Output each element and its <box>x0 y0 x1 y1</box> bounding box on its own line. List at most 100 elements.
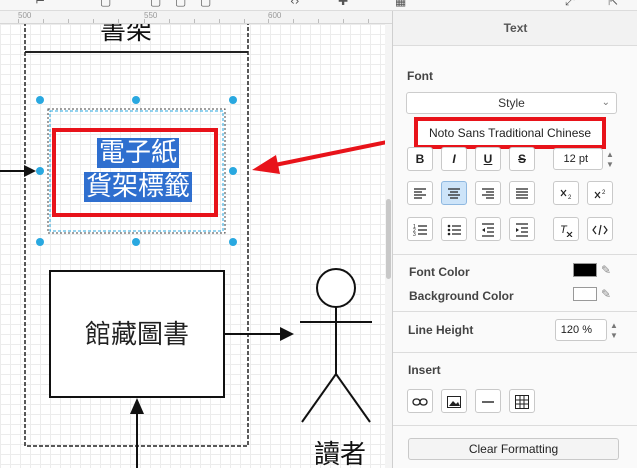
toolbar-button[interactable]: ▢ <box>200 0 211 8</box>
toolbar-button[interactable]: ✚ <box>338 0 348 8</box>
pencil-icon[interactable]: ✎ <box>601 263 611 277</box>
align-center-button[interactable] <box>441 181 467 205</box>
align-right-button[interactable] <box>475 181 501 205</box>
link-icon <box>412 398 428 406</box>
svg-text:2: 2 <box>568 195 572 200</box>
numbered-list-icon: 123 <box>413 224 427 237</box>
section-divider <box>393 425 637 426</box>
spin-down-icon[interactable]: ▼ <box>610 332 618 340</box>
indent-button[interactable] <box>509 217 535 241</box>
diagram-canvas[interactable]: 書架 電子紙 貨架標籤 館藏圖書 讀者 <box>0 24 392 468</box>
superscript-icon: 2 <box>594 190 606 199</box>
scrollbar-thumb[interactable] <box>386 199 391 279</box>
books-label[interactable]: 館藏圖書 <box>50 314 224 351</box>
font-color-swatch[interactable] <box>573 263 597 277</box>
section-divider <box>393 254 637 255</box>
insert-link-button[interactable] <box>407 389 433 413</box>
vertical-scrollbar[interactable] <box>385 24 392 468</box>
underline-button[interactable]: U <box>475 147 501 171</box>
spin-up-icon[interactable]: ▲ <box>610 322 618 330</box>
svg-text:T: T <box>560 224 568 236</box>
resize-handle[interactable] <box>36 96 44 104</box>
resize-handle[interactable] <box>229 238 237 246</box>
outdent-icon <box>482 223 494 237</box>
top-toolbar: ⌐ ▢ ▢ ▢ ▢ ‹› ✚ ▦ ⤢ ⇱ <box>0 0 637 11</box>
resize-handle[interactable] <box>132 96 140 104</box>
align-right-icon <box>482 188 494 199</box>
insert-horizontal-rule-button[interactable] <box>475 389 501 413</box>
clear-format-button[interactable]: T <box>553 217 579 241</box>
ruler-tick: 500 <box>18 11 32 20</box>
shelf-label[interactable]: 書架 <box>100 24 152 47</box>
table-icon <box>515 394 529 409</box>
diagram-shapes <box>0 24 392 468</box>
toolbar-button[interactable]: ▢ <box>100 0 111 8</box>
subscript-button[interactable]: 2 <box>553 181 579 205</box>
clear-format-icon: T <box>560 224 573 237</box>
font-size-input[interactable]: 12 pt <box>553 148 603 170</box>
toolbar-button[interactable]: ⤢ <box>565 0 575 9</box>
panel-tab-text[interactable]: Text <box>393 11 637 46</box>
italic-button[interactable]: I <box>441 147 467 171</box>
numbered-list-button[interactable]: 123 <box>407 217 433 241</box>
toolbar-button[interactable]: ⇱ <box>608 0 618 8</box>
reader-actor[interactable] <box>300 268 372 423</box>
horizontal-ruler: 500 550 600 <box>0 11 392 24</box>
resize-handle[interactable] <box>132 238 140 246</box>
arrowhead <box>130 398 144 414</box>
background-color-swatch[interactable] <box>573 287 597 301</box>
arrowhead <box>280 327 294 341</box>
arrowhead <box>24 165 36 177</box>
indent-icon <box>516 223 528 237</box>
toolbar-button[interactable]: ▦ <box>395 0 406 8</box>
style-select[interactable]: Style ⌄ <box>406 92 617 114</box>
line-height-label: Line Height <box>408 323 474 337</box>
justify-button[interactable] <box>509 181 535 205</box>
reader-label[interactable]: 讀者 <box>300 434 380 468</box>
selected-text-line[interactable]: 貨架標籤 <box>83 172 192 202</box>
selected-text[interactable]: 電子紙 貨架標籤 <box>58 136 218 204</box>
resize-handle[interactable] <box>229 167 237 175</box>
outdent-button[interactable] <box>475 217 501 241</box>
red-annotation-arrow <box>269 139 392 168</box>
format-panel: Text Font Style ⌄ Noto Sans Traditional … <box>392 11 637 468</box>
resize-handle[interactable] <box>36 238 44 246</box>
horizontal-rule-icon <box>482 401 494 403</box>
spin-up-icon[interactable]: ▲ <box>606 151 614 159</box>
strikethrough-button[interactable]: S <box>509 147 535 171</box>
bold-button[interactable]: B <box>407 147 433 171</box>
toolbar-button[interactable]: ▢ <box>150 0 161 8</box>
align-center-icon <box>448 188 460 199</box>
spin-down-icon[interactable]: ▼ <box>606 161 614 169</box>
toolbar-button[interactable]: ‹› <box>290 0 300 8</box>
justify-icon <box>516 188 528 199</box>
chevron-down-icon: ⌄ <box>601 97 610 108</box>
ruler-tick: 550 <box>144 11 158 20</box>
resize-handle[interactable] <box>229 96 237 104</box>
resize-handle[interactable] <box>36 167 44 175</box>
insert-image-button[interactable] <box>441 389 467 413</box>
html-icon <box>592 224 608 235</box>
toolbar-button[interactable]: ▢ <box>175 0 186 8</box>
align-left-button[interactable] <box>407 181 433 205</box>
line-height-input[interactable]: 120 % <box>555 319 607 341</box>
font-section-label: Font <box>407 69 433 83</box>
bullet-list-icon <box>447 224 461 236</box>
insert-section-label: Insert <box>408 363 441 377</box>
superscript-button[interactable]: 2 <box>587 181 613 205</box>
svg-text:3: 3 <box>413 232 416 237</box>
selected-text-line[interactable]: 電子紙 <box>96 138 179 168</box>
pencil-icon[interactable]: ✎ <box>601 287 611 301</box>
svg-text:2: 2 <box>602 190 606 196</box>
font-color-label: Font Color <box>409 265 470 279</box>
align-left-icon <box>414 188 426 199</box>
red-arrowhead <box>252 155 280 174</box>
insert-table-button[interactable] <box>509 389 535 413</box>
font-family-input[interactable]: Noto Sans Traditional Chinese <box>414 117 606 149</box>
bullet-list-button[interactable] <box>441 217 467 241</box>
clear-formatting-button[interactable]: Clear Formatting <box>408 438 619 460</box>
toolbar-button[interactable]: ⌐ <box>35 0 45 8</box>
ruler-tick: 600 <box>268 11 282 20</box>
html-button[interactable] <box>587 217 613 241</box>
section-divider <box>393 352 637 353</box>
